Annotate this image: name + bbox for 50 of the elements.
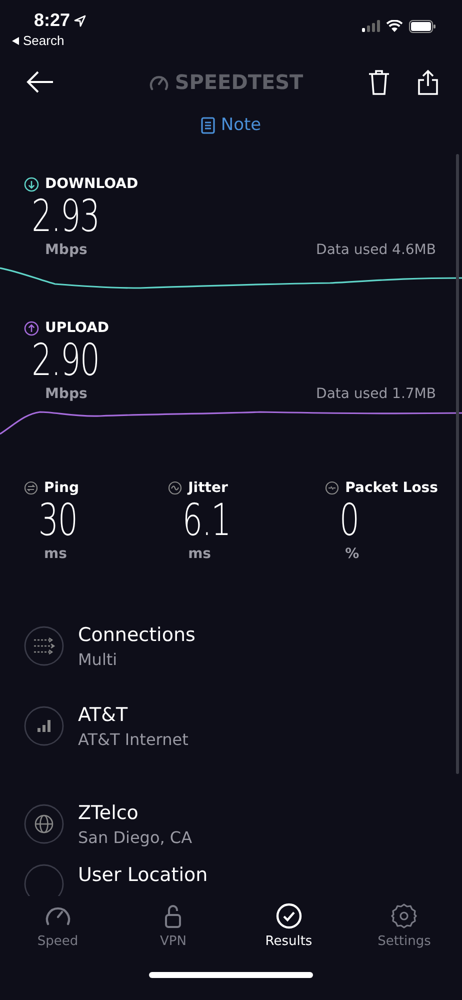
unit-label: Mbps bbox=[45, 386, 88, 402]
bars-icon bbox=[24, 706, 64, 746]
trash-icon[interactable] bbox=[368, 69, 390, 95]
dashed-arrows-icon bbox=[24, 626, 64, 666]
wave-icon bbox=[168, 481, 182, 495]
tab[interactable]: Results bbox=[244, 902, 334, 968]
tab[interactable]: Speed bbox=[12, 902, 103, 968]
back-to-search-link[interactable]: Search bbox=[12, 33, 86, 48]
tab[interactable]: Settings bbox=[359, 902, 450, 968]
app-logo-text: SPEEDTEST bbox=[174, 70, 304, 94]
packet-loss-icon bbox=[325, 481, 340, 495]
metric-unit: ms bbox=[43, 546, 68, 562]
unit-label: Mbps bbox=[45, 242, 88, 258]
back-triangle-icon bbox=[12, 36, 19, 44]
detail-title: User Location bbox=[78, 864, 208, 886]
metric-unit: % bbox=[344, 546, 360, 562]
wifi-icon bbox=[386, 20, 403, 32]
note-icon bbox=[200, 116, 215, 134]
metric-value: 6.1 bbox=[181, 496, 231, 546]
metric-label: Ping bbox=[44, 480, 80, 496]
metric-unit: ms bbox=[187, 546, 212, 562]
globe-icon bbox=[24, 804, 64, 844]
settings-icon bbox=[390, 902, 418, 930]
detail-title: AT&T bbox=[78, 704, 129, 726]
detail-subtitle: Multi bbox=[78, 650, 118, 668]
metric-value: 30 bbox=[37, 496, 78, 546]
detail-subtitle: San Diego, CA bbox=[78, 828, 192, 846]
gauge-icon bbox=[148, 73, 169, 91]
speed-value: 2.93 bbox=[30, 192, 100, 242]
battery-icon bbox=[409, 20, 436, 33]
metric-label: Jitter bbox=[188, 480, 228, 496]
detail-title: Connections bbox=[78, 624, 196, 646]
result-label: UPLOAD bbox=[45, 320, 110, 336]
data-used-text: Data used 1.7MB bbox=[316, 386, 436, 402]
checkmark-circle-icon bbox=[274, 902, 303, 930]
speed-value: 2.90 bbox=[30, 336, 100, 386]
detail-title: ZTelco bbox=[78, 802, 140, 824]
share-icon[interactable] bbox=[418, 69, 438, 95]
tab[interactable]: VPN bbox=[128, 902, 218, 968]
location-arrow-icon bbox=[74, 14, 86, 26]
signal-icon bbox=[362, 20, 380, 32]
metric-value: 0 bbox=[338, 496, 360, 546]
detail-subtitle: AT&T Internet bbox=[78, 730, 188, 748]
status-time: 8:27 bbox=[34, 10, 70, 31]
ping-icon bbox=[24, 481, 38, 495]
note-button[interactable]: Note bbox=[200, 115, 262, 135]
result-label: DOWNLOAD bbox=[45, 176, 138, 192]
back-arrow-icon[interactable] bbox=[26, 71, 54, 93]
data-used-text: Data used 4.6MB bbox=[316, 242, 436, 258]
metric-label: Packet Loss bbox=[345, 480, 438, 496]
